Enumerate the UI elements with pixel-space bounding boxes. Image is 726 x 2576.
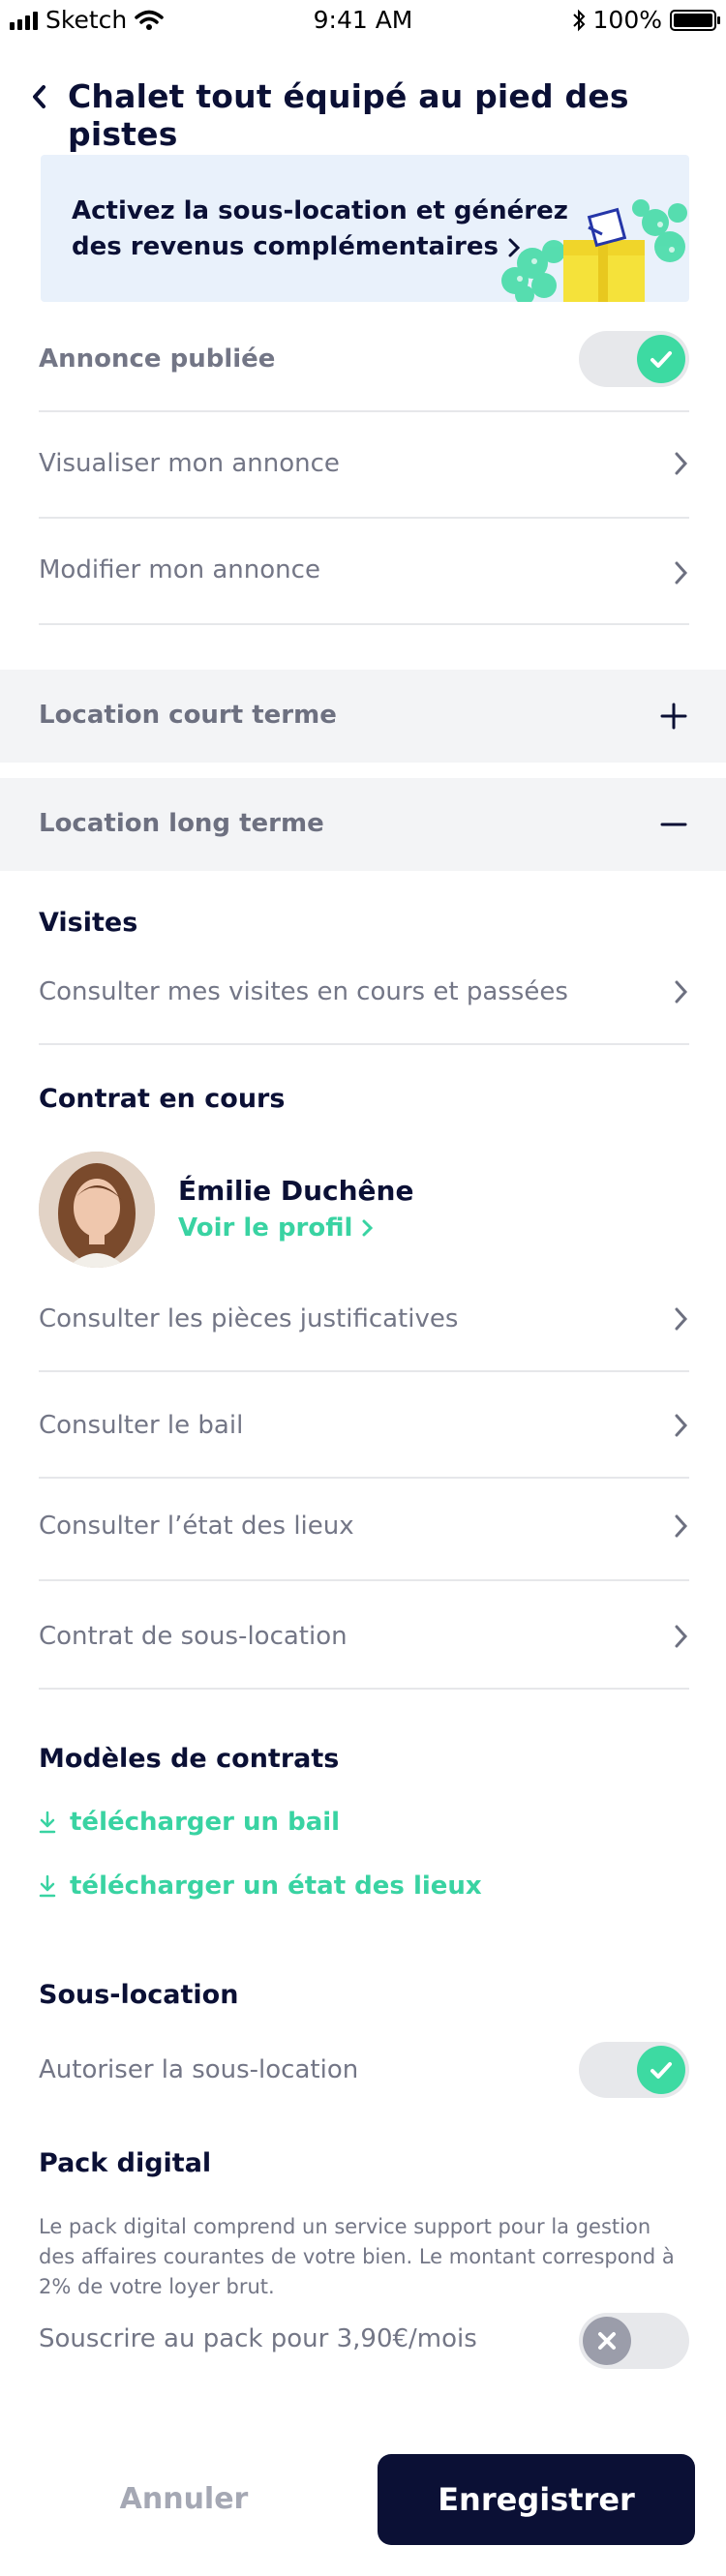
chevron-right-icon [675, 1625, 688, 1648]
sublet-title: Sous-location [39, 1980, 239, 2010]
subscribe-pack-label: Souscrire au pack pour 3,90€/mois [39, 2324, 477, 2353]
divider [39, 1043, 689, 1045]
contract-item-row[interactable]: Contrat de sous-location [0, 1581, 726, 1688]
check-icon [650, 2062, 672, 2079]
allow-sublet-label: Autoriser la sous-location [39, 2055, 359, 2084]
avatar [39, 1152, 155, 1268]
minus-icon [660, 823, 687, 826]
inventory-label: Consulter l’état des lieux [39, 1512, 354, 1541]
status-bar: Sketch 9:41 AM 100% [0, 0, 726, 39]
chevron-right-icon [675, 1307, 688, 1331]
lease-label: Consulter le bail [39, 1411, 244, 1440]
tenant-name: Émilie Duchêne [178, 1175, 414, 1207]
view-listing-label: Visualiser mon annonce [39, 449, 340, 478]
divider [39, 1688, 689, 1690]
chevron-right-icon [675, 1514, 688, 1538]
short-term-section-header[interactable]: Location court terme [0, 670, 726, 763]
long-term-section-header[interactable]: Location long terme [0, 778, 726, 871]
download-lease-link[interactable]: télécharger un bail [39, 1808, 340, 1837]
visits-link-label: Consulter mes visites en cours et passée… [39, 977, 568, 1006]
download-lease-label: télécharger un bail [70, 1808, 341, 1837]
templates-title: Modèles de contrats [39, 1744, 340, 1774]
check-icon [650, 351, 672, 368]
published-label: Annonce publiée [39, 344, 276, 374]
subscribe-pack-toggle[interactable] [579, 2313, 689, 2369]
cancel-button[interactable]: Annuler [39, 2454, 329, 2545]
banner-line-2: des revenus complémentaires [72, 232, 499, 261]
back-chevron-icon[interactable] [27, 81, 50, 112]
page-title: Chalet tout équipé au pied des pistes [68, 77, 629, 153]
visits-title: Visites [39, 908, 138, 938]
pack-description-line: 2% de votre loyer brut. [39, 2275, 275, 2298]
divider [39, 623, 689, 625]
view-profile-link[interactable]: Voir le profil [178, 1213, 374, 1243]
close-icon [598, 2332, 616, 2350]
view-listing-row[interactable]: Visualiser mon annonce [0, 412, 726, 517]
page-header: Chalet tout équipé au pied des pistes [0, 70, 726, 153]
download-inventory-link[interactable]: télécharger un état des lieux [39, 1872, 482, 1901]
edit-listing-label: Modifier mon annonce [39, 555, 320, 584]
chevron-right-icon [362, 1219, 374, 1237]
save-button[interactable]: Enregistrer [378, 2454, 695, 2545]
current-contract-title: Contrat en cours [39, 1084, 286, 1114]
edit-listing-row[interactable]: Modifier mon annonce [0, 519, 726, 623]
long-term-label: Location long terme [39, 809, 324, 838]
justificatives-label: Consulter les pièces justificatives [39, 1304, 459, 1333]
allow-sublet-toggle[interactable] [579, 2042, 689, 2098]
contract-item-row[interactable]: Consulter le bail [0, 1372, 726, 1477]
short-term-label: Location court terme [39, 701, 337, 730]
sublet-contract-label: Contrat de sous-location [39, 1622, 348, 1651]
download-inventory-label: télécharger un état des lieux [70, 1872, 482, 1901]
sublet-promo-banner[interactable]: Activez la sous-location et générez des … [41, 155, 689, 302]
battery-percent: 100% [592, 6, 662, 34]
download-icon [39, 1811, 56, 1834]
bluetooth-icon [572, 9, 585, 31]
banner-text: Activez la sous-location et générez des … [72, 194, 568, 265]
tenant-photo [39, 1152, 155, 1268]
plus-icon [660, 703, 687, 730]
pack-description-line: Le pack digital comprend un service supp… [39, 2215, 651, 2238]
pack-description: Le pack digital comprend un service supp… [39, 2212, 697, 2302]
view-profile-label: Voir le profil [178, 1213, 353, 1243]
pack-title: Pack digital [39, 2148, 212, 2178]
contract-item-row[interactable]: Consulter l’état des lieux [0, 1479, 726, 1579]
chevron-right-icon [675, 561, 688, 584]
download-icon [39, 1874, 56, 1898]
banner-line-1: Activez la sous-location et générez [72, 196, 568, 225]
visits-row[interactable]: Consulter mes visites en cours et passée… [0, 958, 726, 1016]
chevron-right-icon [675, 452, 688, 475]
contract-item-row[interactable]: Consulter les pièces justificatives [0, 1277, 726, 1359]
battery-icon [670, 9, 720, 31]
published-toggle[interactable] [579, 331, 689, 387]
gift-box-illustration [501, 199, 687, 302]
chevron-right-icon [675, 980, 688, 1003]
pack-description-line: des affaires courantes de votre bien. Le… [39, 2245, 675, 2268]
chevron-right-icon [675, 1414, 688, 1437]
